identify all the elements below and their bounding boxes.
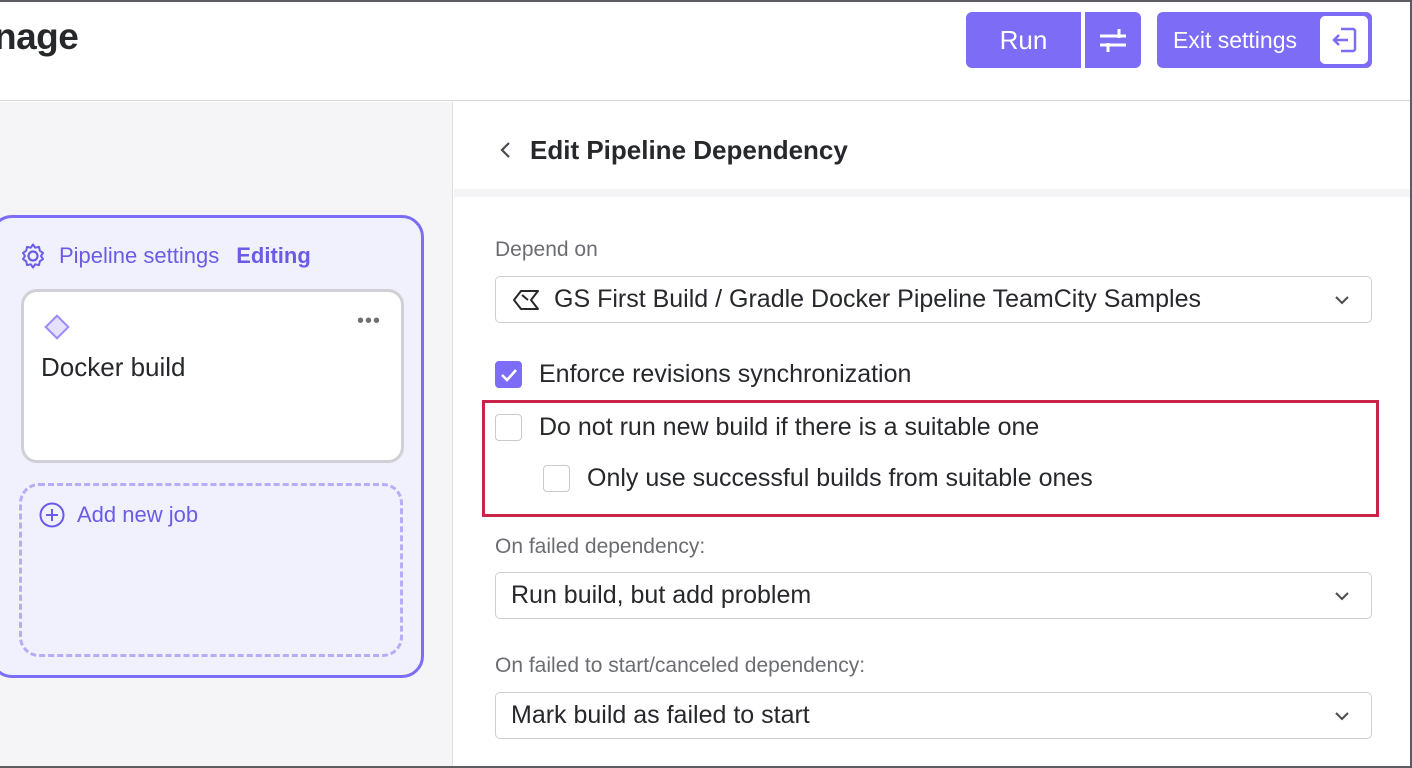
only-successful-label: Only use successful builds from suitable… [587, 464, 1093, 492]
back-chevron-icon[interactable] [496, 138, 516, 162]
on-failed-value: Run build, but add problem [511, 581, 812, 609]
do-not-run-row[interactable]: Do not run new build if there is a suita… [495, 413, 1039, 442]
on-failed-start-label: On failed to start/canceled dependency: [495, 654, 866, 677]
page-title: nage [0, 16, 79, 57]
only-successful-row[interactable]: Only use successful builds from suitable… [543, 464, 1093, 493]
run-options-button[interactable] [1085, 12, 1141, 68]
editing-badge: Editing [236, 243, 311, 268]
depend-on-select[interactable]: GS First Build / Gradle Docker Pipeline … [495, 276, 1372, 323]
panel-header: Edit Pipeline Dependency [454, 102, 1410, 197]
on-failed-start-value: Mark build as failed to start [511, 701, 810, 729]
pipeline-canvas: Pipeline settings Editing ••• Docker bui… [0, 102, 453, 766]
plus-circle-icon [39, 502, 65, 528]
top-header: nage Run Exit settings [0, 2, 1410, 101]
only-successful-checkbox[interactable] [543, 465, 570, 492]
more-options-icon[interactable]: ••• [357, 311, 381, 331]
gear-icon [19, 242, 47, 270]
pipeline-settings-header[interactable]: Pipeline settings Editing [19, 242, 311, 270]
add-new-job-button[interactable]: Add new job [19, 483, 403, 657]
chevron-down-icon [1333, 707, 1351, 725]
enforce-revisions-row[interactable]: Enforce revisions synchronization [495, 360, 911, 389]
chevron-down-icon [1333, 587, 1351, 605]
job-name: Docker build [41, 352, 186, 382]
run-button[interactable]: Run [966, 12, 1081, 68]
pipeline-settings-box[interactable]: Pipeline settings Editing ••• Docker bui… [0, 215, 424, 678]
edit-dependency-panel: Edit Pipeline Dependency Depend on GS Fi… [454, 102, 1410, 766]
enforce-revisions-checkbox[interactable] [495, 361, 522, 388]
exit-icon [1320, 16, 1368, 64]
on-failed-label: On failed dependency: [495, 535, 706, 558]
panel-title: Edit Pipeline Dependency [530, 135, 848, 165]
depend-on-value: GS First Build / Gradle Docker Pipeline … [554, 285, 1201, 313]
job-card-docker-build[interactable]: ••• Docker build [21, 289, 404, 463]
on-failed-select[interactable]: Run build, but add problem [495, 572, 1372, 619]
sliders-icon [1098, 27, 1128, 53]
exit-settings-label: Exit settings [1173, 26, 1297, 53]
pipeline-tag-icon [511, 288, 541, 312]
on-failed-start-select[interactable]: Mark build as failed to start [495, 692, 1372, 739]
pipeline-settings-label: Pipeline settings [59, 243, 220, 268]
enforce-revisions-label: Enforce revisions synchronization [539, 360, 912, 388]
add-new-job-label: Add new job [77, 502, 199, 527]
exit-settings-button[interactable]: Exit settings [1157, 12, 1372, 68]
chevron-down-icon [1333, 291, 1351, 309]
do-not-run-checkbox[interactable] [495, 414, 522, 441]
do-not-run-label: Do not run new build if there is a suita… [539, 413, 1040, 441]
job-diamond-icon [43, 313, 71, 341]
depend-on-label: Depend on [495, 238, 598, 261]
app-window: nage Run Exit settings Pipeline settings… [0, 0, 1412, 768]
